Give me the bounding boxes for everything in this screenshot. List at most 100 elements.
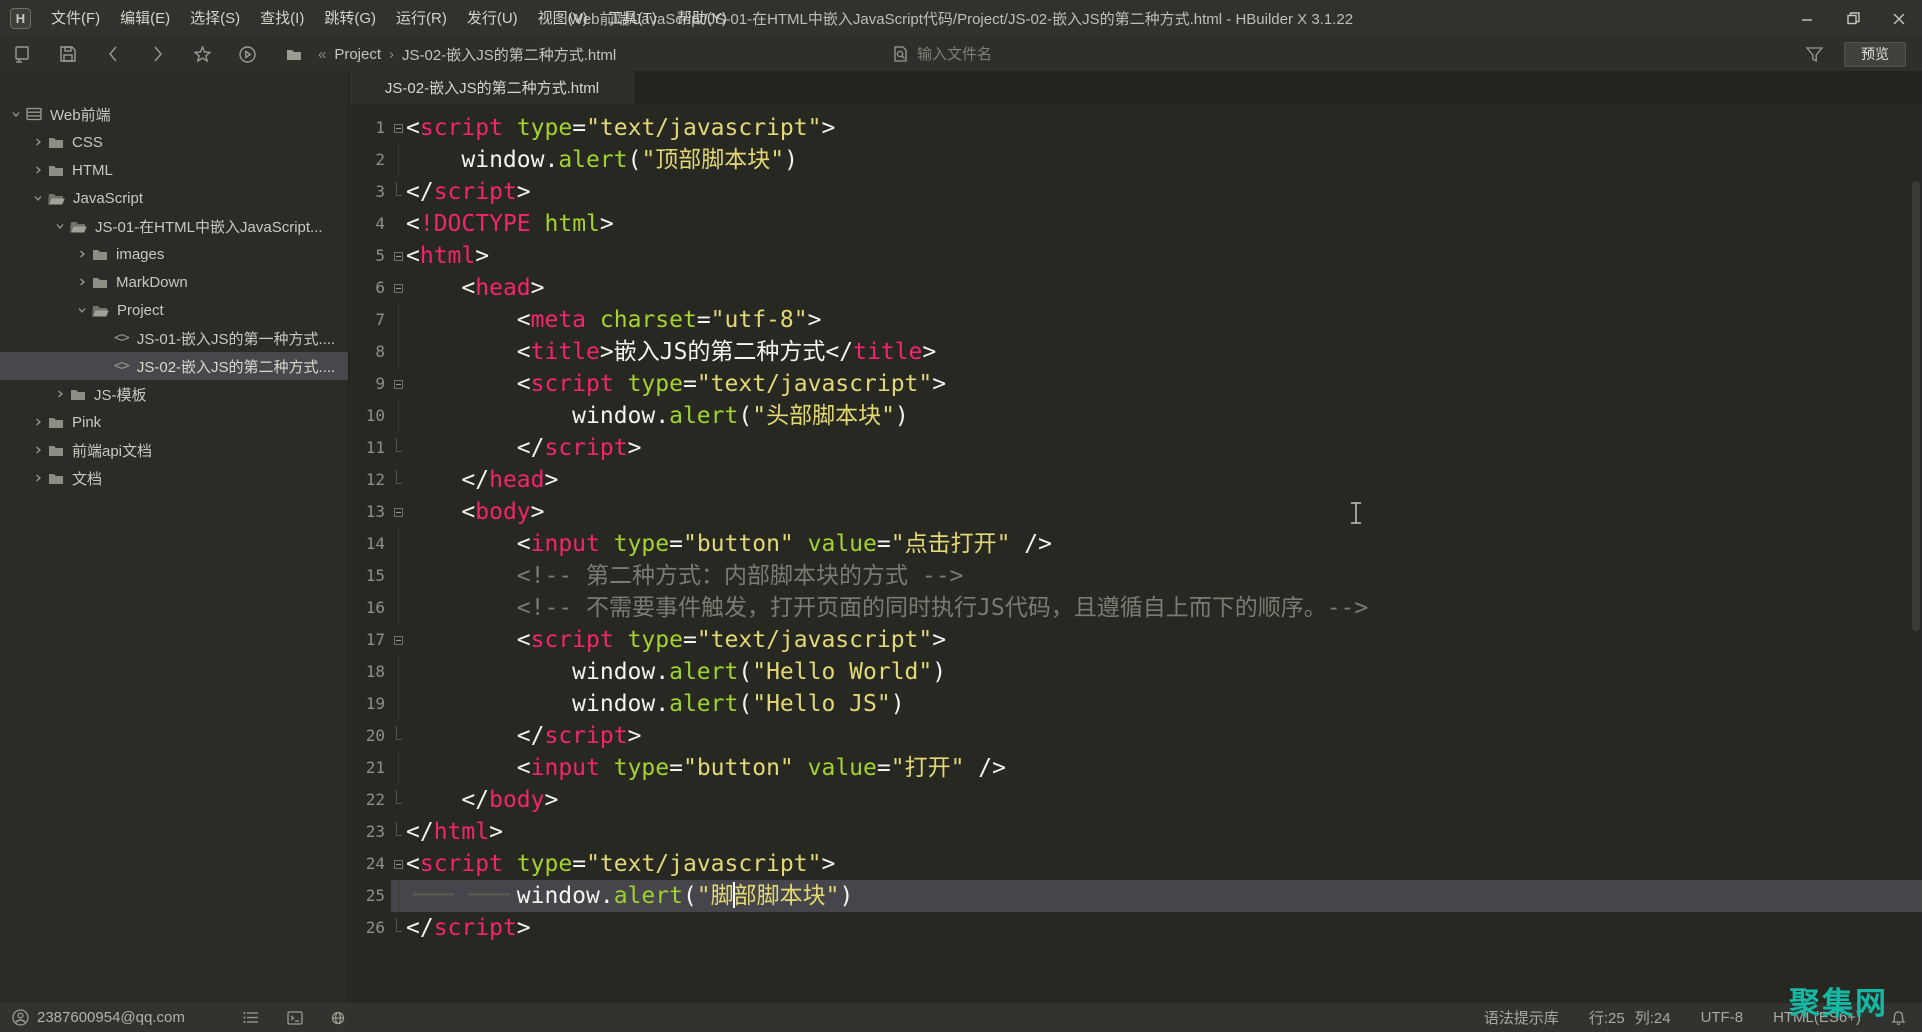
tree-item[interactable]: 前端api文档 xyxy=(0,436,348,464)
code-line[interactable]: 3</script> xyxy=(349,176,1922,208)
code-line[interactable]: 17 <script type="text/javascript"> xyxy=(349,624,1922,656)
line-col-status[interactable]: 行:25列:24 xyxy=(1589,1007,1671,1028)
code-line[interactable]: 4<!DOCTYPE html> xyxy=(349,208,1922,240)
code-line[interactable]: 8 <title>嵌入JS的第二种方式</title> xyxy=(349,336,1922,368)
fold-toggle-icon[interactable] xyxy=(391,368,406,400)
code-line[interactable]: 16 <!-- 不需要事件触发，打开页面的同时执行JS代码，且遵循自上而下的顺序… xyxy=(349,592,1922,624)
code-line[interactable]: 11 </script> xyxy=(349,432,1922,464)
chevron-down-icon[interactable] xyxy=(74,305,90,315)
editor-tab-active[interactable]: JS-02-嵌入JS的第二种方式.html xyxy=(349,71,636,104)
tree-item[interactable]: HTML xyxy=(0,156,348,184)
account-area[interactable]: 2387600954@qq.com xyxy=(12,1009,185,1026)
globe-icon[interactable] xyxy=(331,1011,347,1025)
menu-file[interactable]: 文件(F) xyxy=(41,0,110,37)
tree-item[interactable]: JavaScript xyxy=(0,184,348,212)
code-line[interactable]: 10 window.alert("头部脚本块") xyxy=(349,400,1922,432)
menu-publish[interactable]: 发行(U) xyxy=(457,0,528,37)
tree-item[interactable]: Web前端 xyxy=(0,100,348,128)
tree-item[interactable]: CSS xyxy=(0,128,348,156)
code-line[interactable]: 24<script type="text/javascript"> xyxy=(349,848,1922,880)
tree-item[interactable]: Pink xyxy=(0,408,348,436)
tree-item[interactable]: JS-模板 xyxy=(0,380,348,408)
code-line[interactable]: 14 <input type="button" value="点击打开" /> xyxy=(349,528,1922,560)
code-line[interactable]: 9 <script type="text/javascript"> xyxy=(349,368,1922,400)
code-area[interactable]: 1<script type="text/javascript">2 window… xyxy=(349,104,1922,944)
back-button[interactable] xyxy=(90,37,135,71)
menu-edit[interactable]: 编辑(E) xyxy=(110,0,180,37)
code-line[interactable]: 26</script> xyxy=(349,912,1922,944)
chevron-right-icon[interactable] xyxy=(30,445,46,455)
code-line[interactable]: 5<html> xyxy=(349,240,1922,272)
chevron-right-icon[interactable] xyxy=(74,249,90,259)
chevron-right-icon[interactable] xyxy=(30,137,46,147)
favorite-button[interactable] xyxy=(180,37,225,71)
new-file-button[interactable] xyxy=(0,37,45,71)
breadcrumb-folder[interactable]: Project xyxy=(334,46,381,63)
code-line[interactable]: 22 </body> xyxy=(349,784,1922,816)
fold-toggle-icon[interactable] xyxy=(391,496,406,528)
code-line[interactable]: 6 <head> xyxy=(349,272,1922,304)
chevron-right-icon[interactable] xyxy=(30,473,46,483)
chevron-down-icon[interactable] xyxy=(30,193,46,203)
vertical-scrollbar[interactable] xyxy=(1912,181,1920,631)
code-line[interactable]: 21 <input type="button" value="打开" /> xyxy=(349,752,1922,784)
chevron-right-icon[interactable] xyxy=(30,417,46,427)
code-text: window.alert("头部脚本块") xyxy=(406,400,909,432)
tree-item[interactable]: Project xyxy=(0,296,348,324)
tree-item[interactable]: images xyxy=(0,240,348,268)
breadcrumb-collapse[interactable]: « xyxy=(318,46,326,63)
code-line[interactable]: 19 window.alert("Hello JS") xyxy=(349,688,1922,720)
menu-run[interactable]: 运行(R) xyxy=(386,0,457,37)
folder-icon xyxy=(48,136,64,149)
search-input[interactable] xyxy=(917,46,1147,63)
chevron-down-icon[interactable] xyxy=(8,109,24,119)
fold-toggle-icon[interactable] xyxy=(391,624,406,656)
code-line[interactable]: 7 <meta charset="utf-8"> xyxy=(349,304,1922,336)
menu-tools[interactable]: 工具(T) xyxy=(598,0,667,37)
run-button[interactable] xyxy=(225,37,270,71)
filter-button[interactable] xyxy=(1806,47,1823,62)
chevron-right-icon[interactable] xyxy=(30,165,46,175)
fold-guide xyxy=(391,880,406,912)
terminal-icon[interactable] xyxy=(287,1011,303,1025)
bell-icon[interactable] xyxy=(1891,1010,1906,1026)
chevron-down-icon[interactable] xyxy=(52,221,68,231)
tree-item[interactable]: MarkDown xyxy=(0,268,348,296)
fold-toggle-icon[interactable] xyxy=(391,272,406,304)
close-icon xyxy=(1893,13,1905,25)
menu-find[interactable]: 查找(I) xyxy=(250,0,314,37)
close-button[interactable] xyxy=(1876,0,1922,37)
code-line-current[interactable]: 25window.alert("脚部脚本块") xyxy=(349,880,1922,912)
tree-item[interactable]: JS-01-在HTML中嵌入JavaScript... xyxy=(0,212,348,240)
extensions-icon[interactable] xyxy=(243,1011,259,1024)
code-line[interactable]: 18 window.alert("Hello World") xyxy=(349,656,1922,688)
tree-item-selected[interactable]: <>JS-02-嵌入JS的第二种方式.... xyxy=(0,352,348,380)
code-line[interactable]: 2 window.alert("顶部脚本块") xyxy=(349,144,1922,176)
forward-button[interactable] xyxy=(135,37,180,71)
chevron-right-icon[interactable] xyxy=(74,277,90,287)
menu-select[interactable]: 选择(S) xyxy=(180,0,250,37)
chevron-right-icon[interactable] xyxy=(52,389,68,399)
line-number: 3 xyxy=(349,176,391,208)
code-line[interactable]: 1<script type="text/javascript"> xyxy=(349,112,1922,144)
tree-item[interactable]: <>JS-01-嵌入JS的第一种方式.... xyxy=(0,324,348,352)
minimize-button[interactable] xyxy=(1784,0,1830,37)
encoding-status[interactable]: UTF-8 xyxy=(1701,1009,1744,1026)
menu-help[interactable]: 帮助(Y) xyxy=(667,0,737,37)
save-button[interactable] xyxy=(45,37,90,71)
fold-toggle-icon[interactable] xyxy=(391,240,406,272)
menu-view[interactable]: 视图(V) xyxy=(528,0,598,37)
code-line[interactable]: 23</html> xyxy=(349,816,1922,848)
code-line[interactable]: 13 <body> xyxy=(349,496,1922,528)
tree-item[interactable]: 文档 xyxy=(0,464,348,492)
restore-button[interactable] xyxy=(1830,0,1876,37)
code-line[interactable]: 15 <!-- 第二种方式：内部脚本块的方式 --> xyxy=(349,560,1922,592)
syntax-lib-status[interactable]: 语法提示库 xyxy=(1484,1007,1559,1028)
fold-toggle-icon[interactable] xyxy=(391,848,406,880)
code-line[interactable]: 12 </head> xyxy=(349,464,1922,496)
breadcrumb-file[interactable]: JS-02-嵌入JS的第二种方式.html xyxy=(402,44,616,65)
menu-goto[interactable]: 跳转(G) xyxy=(314,0,386,37)
preview-button[interactable]: 预览 xyxy=(1844,42,1906,67)
fold-toggle-icon[interactable] xyxy=(391,112,406,144)
code-line[interactable]: 20 </script> xyxy=(349,720,1922,752)
